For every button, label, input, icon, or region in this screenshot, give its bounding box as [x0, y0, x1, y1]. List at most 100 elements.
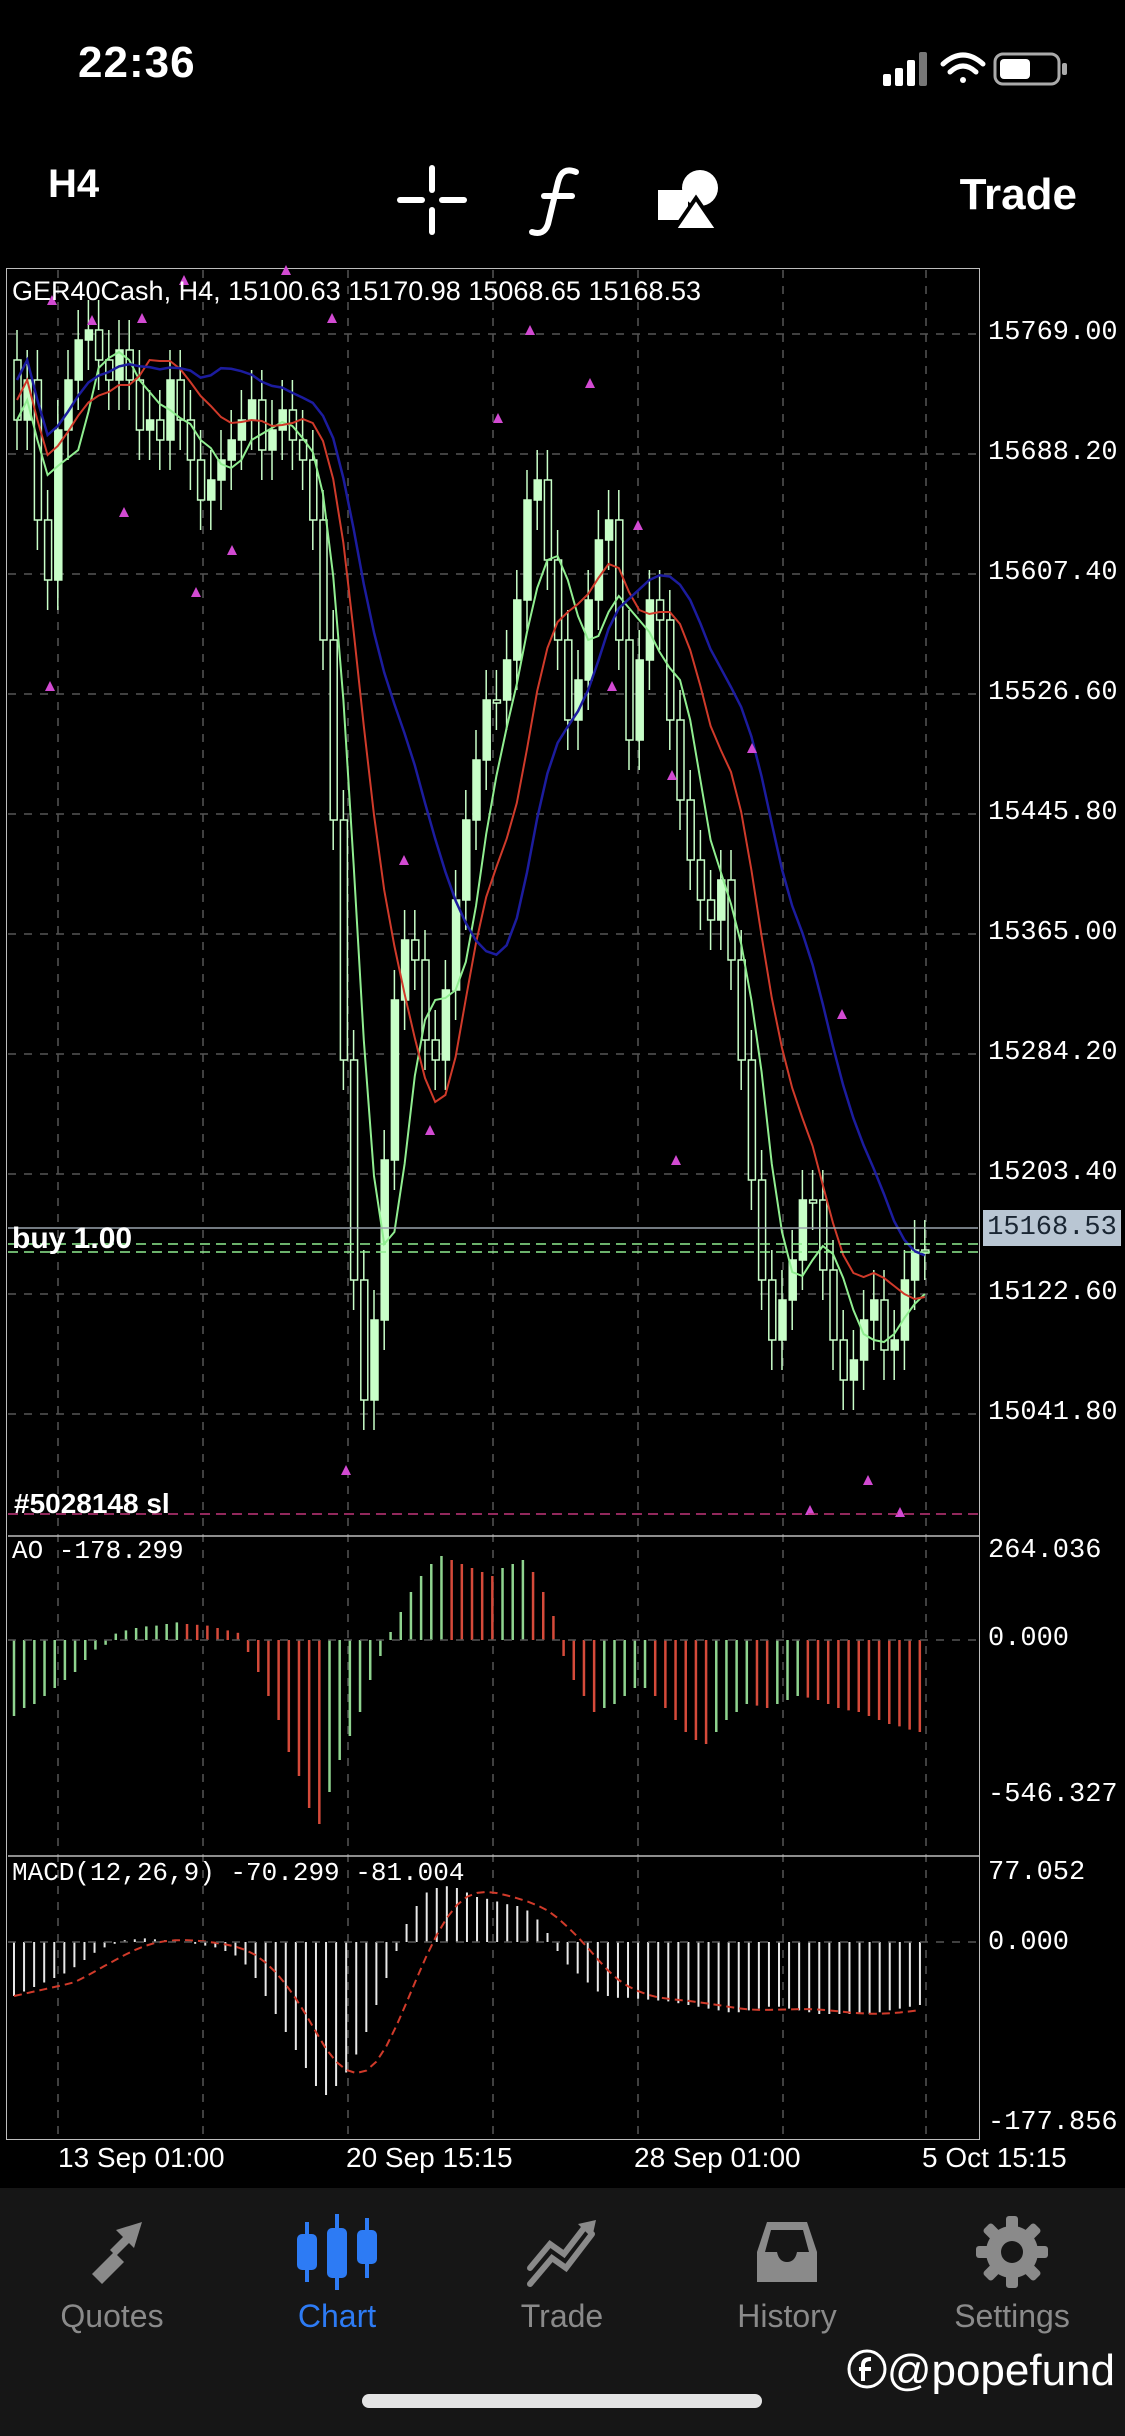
- candle-body: [227, 439, 236, 461]
- candle-body: [268, 429, 277, 451]
- candle-body: [727, 879, 736, 961]
- fractal-marker: [585, 378, 595, 388]
- tab-settings-label: Settings: [954, 2298, 1070, 2334]
- candle-body: [594, 539, 604, 601]
- fractal-marker: [667, 770, 677, 780]
- candle-body: [859, 1319, 869, 1361]
- home-indicator[interactable]: [362, 2394, 762, 2408]
- candle-body: [849, 1359, 859, 1381]
- fractal-marker: [399, 855, 409, 865]
- candle-body: [462, 819, 471, 901]
- time-axis-label: 5 Oct 15:15: [922, 2142, 1067, 2173]
- tab-quotes-label: Quotes: [60, 2298, 164, 2334]
- tab-history-label: History: [737, 2298, 837, 2334]
- watermark: @popefund: [847, 2346, 1115, 2396]
- tab-trade[interactable]: Trade: [472, 2208, 652, 2338]
- time-axis-label: 20 Sep 15:15: [346, 2142, 513, 2173]
- candle-body: [247, 399, 257, 421]
- candle-body: [278, 409, 287, 431]
- candle-body: [339, 819, 349, 1061]
- candle-body: [778, 1299, 787, 1341]
- candle-body: [768, 1279, 777, 1341]
- candle-body: [808, 1199, 818, 1204]
- candle-body: [829, 1269, 838, 1341]
- candle-body: [472, 759, 481, 821]
- candle-body: [43, 519, 53, 581]
- candle-body: [900, 1279, 910, 1341]
- slow-moving-average: [15, 356, 926, 1257]
- candle-body: [145, 419, 155, 431]
- inbox-icon: [757, 2222, 817, 2282]
- candle-body: [390, 999, 400, 1161]
- fast-moving-average: [16, 350, 926, 1344]
- candle-body: [451, 899, 461, 991]
- candle-body: [13, 359, 22, 421]
- fractal-marker: [863, 1475, 873, 1485]
- price-axis-label: 15122.60: [988, 1278, 1118, 1308]
- fractal-marker: [119, 507, 129, 517]
- candle-body: [74, 339, 83, 381]
- tab-quotes[interactable]: Quotes: [22, 2208, 202, 2338]
- fractal-marker: [493, 413, 503, 423]
- candle-body: [625, 639, 634, 741]
- candle-body: [604, 519, 614, 541]
- price-axis-label: 15365.00: [988, 918, 1118, 948]
- tab-trade-label: Trade: [520, 2298, 604, 2334]
- candle-body: [482, 699, 491, 761]
- candle-body: [135, 379, 145, 431]
- ao-level-top: 264.036: [988, 1536, 1102, 1566]
- candle-body: [655, 599, 665, 621]
- candle-body: [706, 899, 716, 921]
- stop-loss-label[interactable]: #5028148 sl: [14, 1488, 170, 1520]
- tab-chart-label: Chart: [297, 2298, 377, 2334]
- tab-settings[interactable]: Settings: [922, 2208, 1102, 2338]
- candle-body: [686, 799, 695, 861]
- candle-body: [207, 479, 216, 501]
- macd-level-bottom: -177.856: [988, 2108, 1118, 2138]
- candle-body: [696, 859, 706, 901]
- fractal-marker: [895, 1507, 905, 1517]
- fractal-marker: [525, 325, 535, 335]
- candle-body: [196, 459, 206, 501]
- price-axis-label: 15526.60: [988, 678, 1118, 708]
- order-label[interactable]: buy 1.00: [12, 1222, 132, 1256]
- tab-chart[interactable]: Chart: [247, 2208, 427, 2338]
- macd-label: MACD(12,26,9) -70.299 -81.004: [12, 1858, 465, 1888]
- candle-body: [258, 399, 267, 451]
- ao-level-zero: 0.000: [988, 1624, 1070, 1654]
- candle-body: [360, 1279, 369, 1401]
- quotes-icon: [92, 2222, 142, 2284]
- candle-body: [349, 1059, 359, 1281]
- candle-body: [431, 1039, 440, 1061]
- candle-body: [176, 379, 185, 421]
- candle-body: [717, 879, 726, 921]
- price-axis-label: 15041.80: [988, 1398, 1118, 1428]
- tab-history[interactable]: History: [697, 2208, 877, 2338]
- candle-body: [370, 1319, 379, 1401]
- candle-body: [737, 959, 746, 1061]
- candle-body: [502, 659, 512, 701]
- candle-body: [798, 1199, 808, 1261]
- ao-level-bottom: -546.327: [988, 1780, 1118, 1810]
- candle-body: [411, 939, 420, 961]
- time-axis-label: 13 Sep 01:00: [58, 2142, 225, 2173]
- candle-body: [543, 479, 553, 561]
- candle-body: [635, 659, 644, 741]
- candle-body: [492, 699, 502, 704]
- price-axis-label: 15445.80: [988, 798, 1118, 828]
- candle-body: [400, 939, 410, 1001]
- candle-body: [870, 1299, 879, 1321]
- candle-body: [564, 639, 573, 721]
- time-axis-label: 28 Sep 01:00: [634, 2142, 801, 2173]
- candle-body: [54, 429, 63, 581]
- fractal-marker: [227, 545, 237, 555]
- gear-icon: [976, 2216, 1048, 2288]
- macd-level-zero: 0.000: [988, 1928, 1070, 1958]
- candle-body: [319, 519, 328, 641]
- candle-body: [839, 1339, 848, 1381]
- candlestick-icon: [297, 2214, 377, 2290]
- fractal-marker: [425, 1125, 435, 1135]
- fractal-marker: [191, 587, 201, 597]
- candle-body: [533, 479, 542, 501]
- fractal-marker: [281, 265, 291, 275]
